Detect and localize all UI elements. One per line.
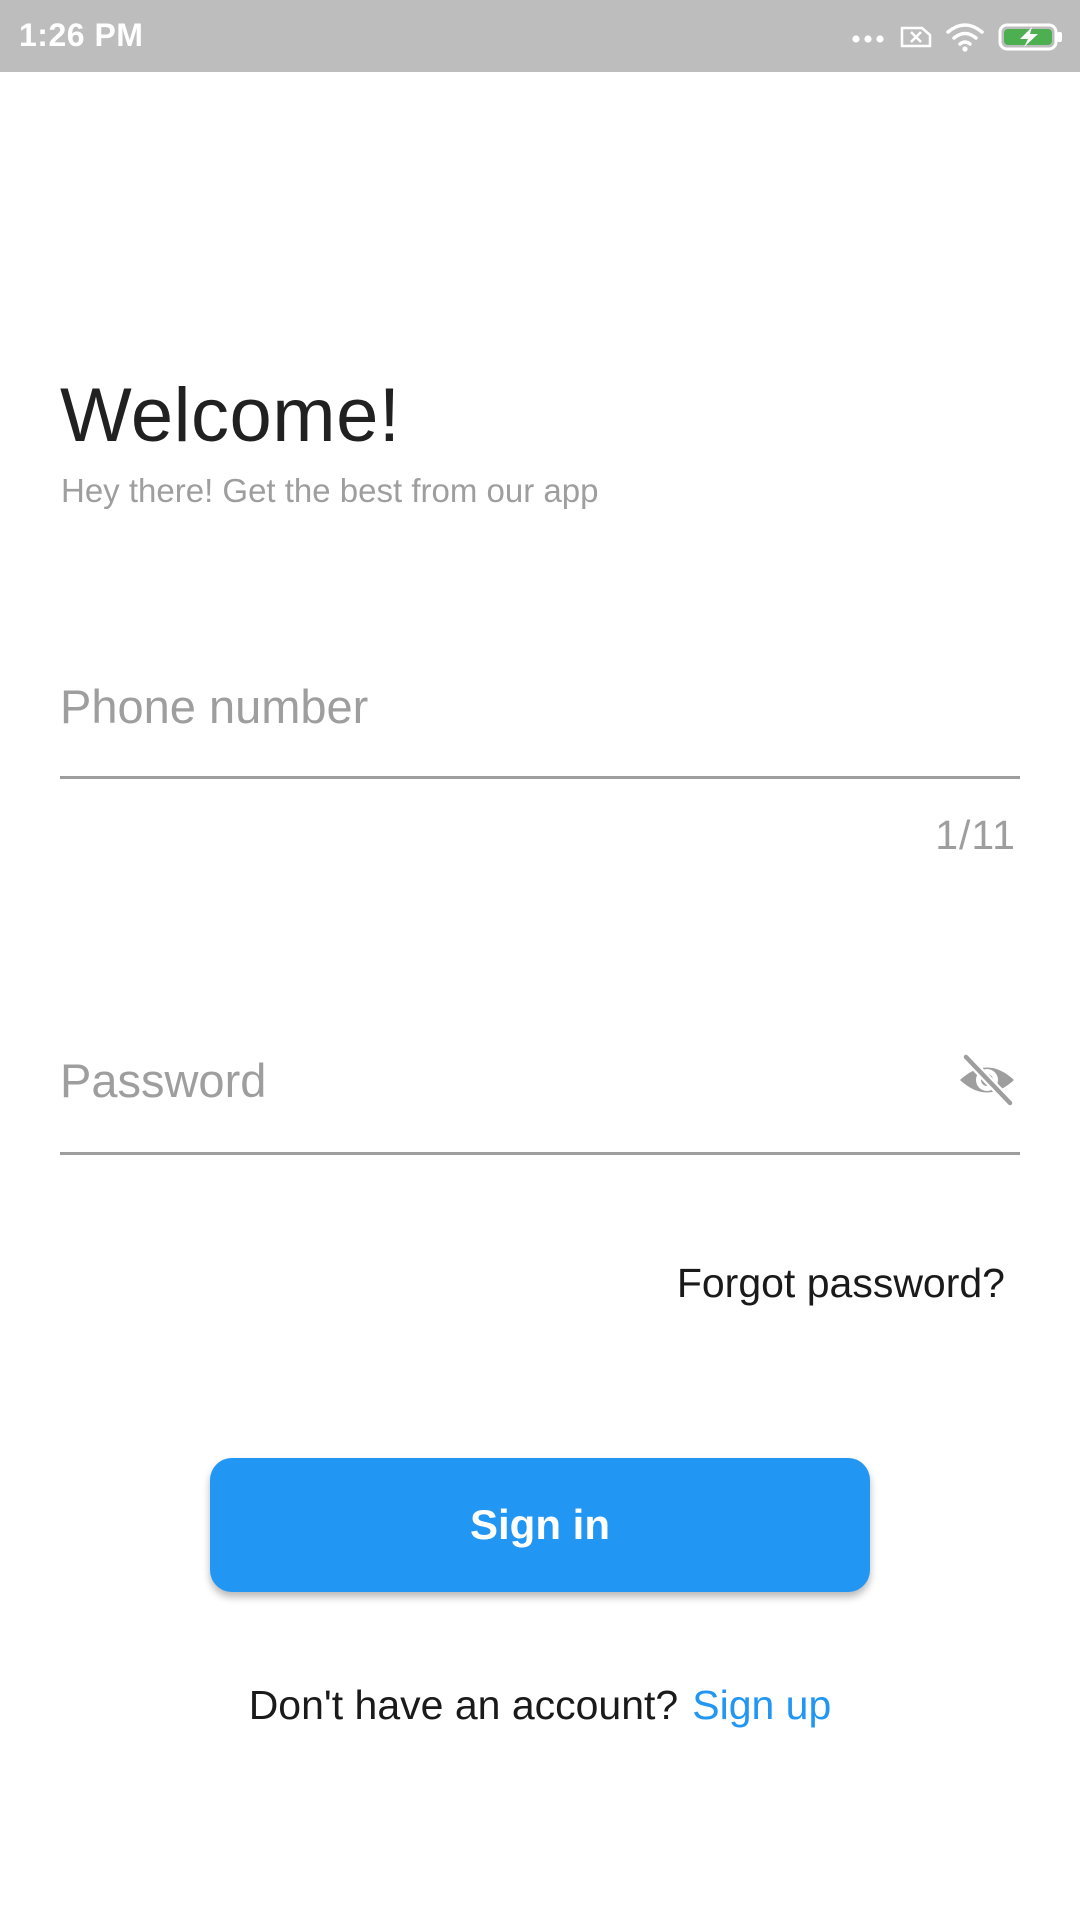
wifi-icon (946, 22, 984, 52)
status-icons (850, 20, 1064, 54)
phone-number-input[interactable] (60, 676, 1020, 736)
password-underline (60, 1152, 1020, 1155)
page-subtitle: Hey there! Get the best from our app (61, 472, 599, 509)
phone-character-counter: 1/11 (935, 812, 1016, 858)
sign-in-button[interactable]: Sign in (210, 1458, 870, 1592)
signup-prompt: Don't have an account? (248, 1682, 679, 1728)
more-dots-icon (850, 31, 886, 43)
status-bar: 1:26 PM (0, 0, 1080, 72)
phone-field (60, 676, 1020, 780)
sign-up-link[interactable]: Sign up (692, 1682, 831, 1728)
battery-charging-icon (998, 22, 1064, 52)
eye-off-icon[interactable] (954, 1050, 1020, 1110)
signup-row: Don't have an account? Sign up (0, 1682, 1080, 1729)
password-field (60, 1050, 1020, 1156)
sim-disabled-icon (900, 24, 932, 50)
phone-underline (60, 776, 1020, 779)
password-input[interactable] (60, 1050, 920, 1110)
forgot-password-link[interactable]: Forgot password? (677, 1260, 1005, 1307)
status-time: 1:26 PM (19, 17, 144, 53)
page-title: Welcome! (60, 373, 401, 458)
